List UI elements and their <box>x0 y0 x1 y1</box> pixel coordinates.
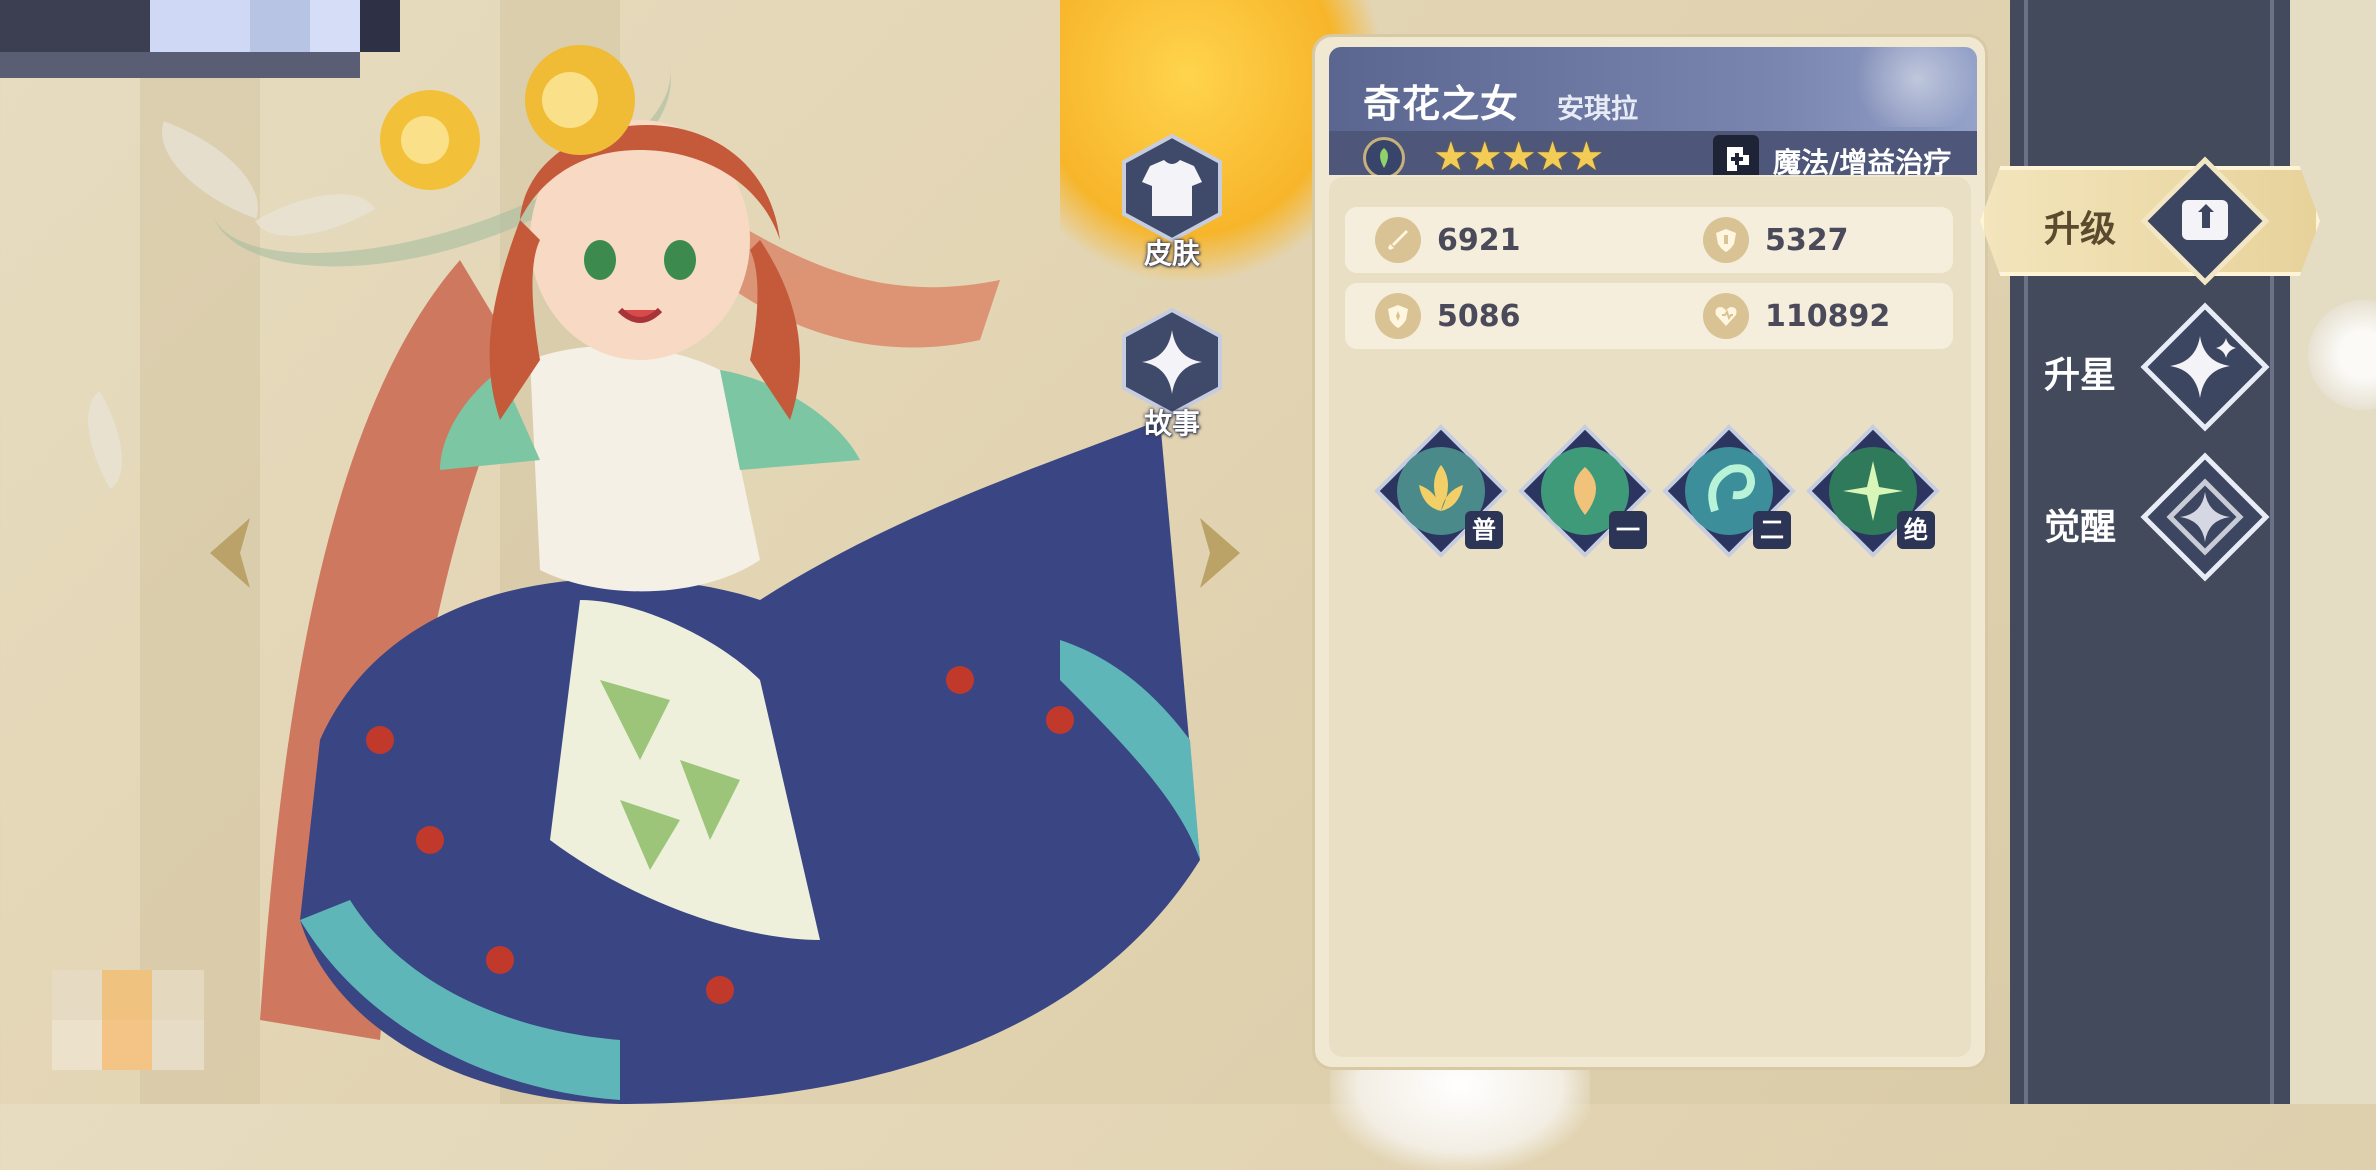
heart-icon <box>1703 293 1749 339</box>
hp-value: 110892 <box>1765 299 1891 334</box>
upgrade-button[interactable] <box>2140 156 2270 286</box>
skill-badge: 普 <box>1465 511 1503 549</box>
defense-stat[interactable]: 5327 <box>1703 217 1943 263</box>
sword-icon <box>1375 217 1421 263</box>
hero-name: 奇花之女 <box>1363 82 1520 126</box>
hero-attributes-row: ★★★★★ 魔法/增益治疗 <box>1329 131 1977 175</box>
hero-header: 奇花之女 安琪拉 ★★★★★ 魔法/增益治疗 <box>1329 47 1977 175</box>
upgrade-label: 升级 <box>2044 209 2117 250</box>
star-up-button[interactable] <box>2140 302 2270 432</box>
skill-badge: 绝 <box>1897 511 1935 549</box>
censored-mosaic <box>52 970 204 1070</box>
skill-1[interactable]: 一 <box>1515 421 1655 561</box>
next-hero-arrow[interactable] <box>1180 508 1250 598</box>
skill-2[interactable]: 二 <box>1659 421 1799 561</box>
magic-shield-icon <box>1375 293 1421 339</box>
faction-emblem-icon <box>1827 47 1977 127</box>
skill-badge: 一 <box>1609 511 1647 549</box>
skin-button[interactable] <box>1116 132 1228 244</box>
hero-subtitle: 安琪拉 <box>1557 94 1638 125</box>
hero-class-text: 魔法/增益治疗 <box>1773 146 1952 175</box>
magic-defense-value: 5086 <box>1437 299 1521 334</box>
awaken-button[interactable] <box>2140 452 2270 582</box>
story-label: 故事 <box>1143 407 1200 440</box>
scroll-upgrade-icon <box>2182 200 2228 240</box>
awaken-label: 觉醒 <box>2044 507 2117 548</box>
skill-normal[interactable]: 普 <box>1371 421 1511 561</box>
attack-value: 6921 <box>1437 223 1521 258</box>
star-rating: ★★★★★ <box>1433 134 1604 175</box>
skin-label: 皮肤 <box>1143 237 1200 270</box>
background-leaf <box>65 391 145 489</box>
nature-element-icon[interactable] <box>1363 137 1405 175</box>
stats-row: 5086 110892 <box>1345 283 1953 349</box>
star-up-label: 升星 <box>2044 355 2117 396</box>
hp-stat[interactable]: 110892 <box>1703 293 1943 339</box>
skill-badge: 二 <box>1753 511 1791 549</box>
magic-defense-stat[interactable]: 5086 <box>1375 293 1635 339</box>
prev-hero-arrow[interactable] <box>200 508 270 598</box>
stats-row: 6921 5327 <box>1345 207 1953 273</box>
hero-info-panel: 奇花之女 安琪拉 ★★★★★ 魔法/增益治疗 6921 5327 5086 11… <box>1312 34 1988 1070</box>
attack-stat[interactable]: 6921 <box>1375 217 1635 263</box>
healer-class-icon[interactable] <box>1713 135 1759 175</box>
defense-value: 5327 <box>1765 223 1849 258</box>
skill-ultimate[interactable]: 绝 <box>1803 421 1943 561</box>
shield-icon <box>1703 217 1749 263</box>
